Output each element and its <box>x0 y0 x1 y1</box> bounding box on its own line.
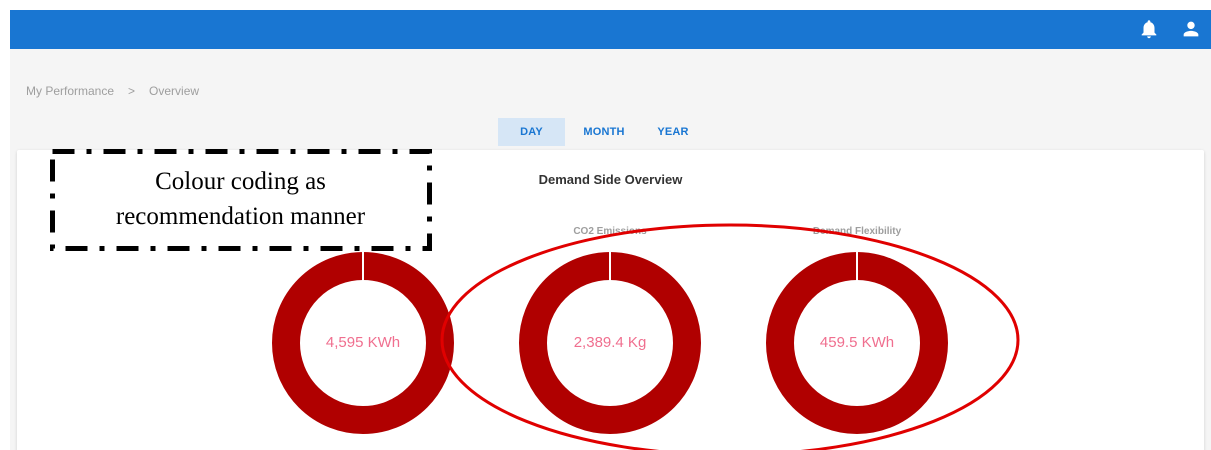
breadcrumb: My Performance > Overview <box>26 84 199 98</box>
period-tabs: DAY MONTH YEAR <box>498 118 703 146</box>
tab-month[interactable]: MONTH <box>565 118 643 146</box>
annotation-line-1: Colour coding as <box>155 168 326 195</box>
gauge-donut-co2-emissions: 2,389.4 Kg <box>519 252 701 434</box>
bell-icon[interactable] <box>1138 18 1160 40</box>
annotation-line-2: recommendation manner <box>115 203 366 230</box>
gauge-value: 2,389.4 Kg <box>573 334 647 351</box>
annotation-text: Colour coding as recommendation manner <box>52 164 429 234</box>
gauge-label-co2-emissions: CO2 Emissions <box>573 226 647 237</box>
gauge-label-demand-flexibility: Demand Flexibility <box>812 226 902 237</box>
gauge-value: 459.5 KWh <box>819 334 895 351</box>
breadcrumb-separator: > <box>128 84 136 98</box>
user-icon[interactable] <box>1180 18 1202 40</box>
tab-day[interactable]: DAY <box>498 118 565 146</box>
app-background: My Performance > Overview DAY MONTH YEAR… <box>10 10 1211 450</box>
tab-year[interactable]: YEAR <box>643 118 703 146</box>
gauge-donut-demand-flexibility: 459.5 KWh <box>766 252 948 434</box>
gauge-value: 4,595 KWh <box>325 334 401 351</box>
top-app-bar <box>10 10 1211 49</box>
gauge-donut-consumption: 4,595 KWh <box>272 252 454 434</box>
breadcrumb-item-my-performance[interactable]: My Performance <box>26 84 114 98</box>
breadcrumb-item-overview: Overview <box>149 84 200 98</box>
